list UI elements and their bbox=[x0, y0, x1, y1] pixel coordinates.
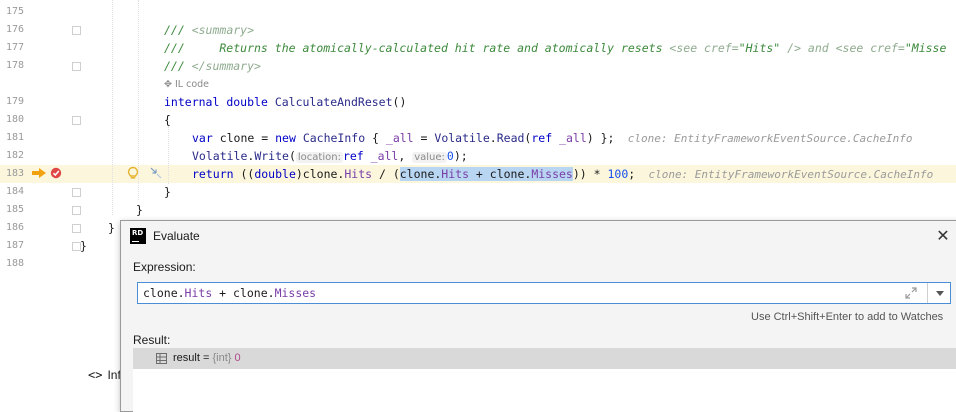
il-code-icon: ✥ bbox=[164, 79, 175, 90]
quick-fix-bulb-icon[interactable] bbox=[126, 166, 140, 180]
selected-expression: clone.Hits + clone.Misses bbox=[399, 167, 573, 181]
code-line[interactable]: 180 { bbox=[0, 111, 956, 129]
result-tree[interactable]: result = {int} 0 bbox=[133, 348, 956, 412]
fold-marker[interactable] bbox=[72, 26, 81, 35]
close-button[interactable]: ✕ bbox=[933, 226, 953, 246]
code-text: } bbox=[136, 203, 143, 217]
fold-marker[interactable] bbox=[72, 62, 81, 71]
code-text: /// <summary> bbox=[164, 23, 255, 37]
current-execution-line[interactable]: 183 return ((double)clone.Hits / (clone.… bbox=[0, 165, 956, 183]
fold-marker[interactable] bbox=[72, 188, 81, 197]
code-text: } bbox=[164, 185, 171, 199]
code-line[interactable]: 175 bbox=[0, 3, 956, 21]
code-text: internal double CalculateAndReset() bbox=[164, 95, 407, 109]
line-number: 177 bbox=[5, 42, 24, 53]
structure-tab[interactable]: <> Inf bbox=[88, 368, 121, 382]
line-number: 179 bbox=[5, 96, 24, 107]
evaluate-dialog[interactable]: RD Evaluate ✕ Expression: clone.Hits + c… bbox=[120, 220, 956, 412]
line-number: 176 bbox=[5, 24, 24, 35]
indent-guide bbox=[112, 0, 114, 215]
code-text: /// </summary> bbox=[164, 59, 261, 73]
watches-hint: Use Ctrl+Shift+Enter to add to Watches bbox=[751, 311, 944, 323]
history-dropdown-icon[interactable] bbox=[933, 286, 947, 300]
line-number: 181 bbox=[5, 132, 24, 143]
expression-input[interactable]: clone.Hits + clone.Misses bbox=[137, 282, 951, 304]
code-line[interactable]: 176 /// <summary> bbox=[0, 21, 956, 39]
line-number: 185 bbox=[5, 204, 24, 215]
field-value-icon bbox=[156, 353, 167, 364]
expression-text[interactable]: clone.Hits + clone.Misses bbox=[143, 285, 316, 301]
code-line[interactable]: 184 } bbox=[0, 183, 956, 201]
fold-marker[interactable] bbox=[72, 224, 81, 233]
line-number: 178 bbox=[5, 60, 24, 71]
expand-icon[interactable] bbox=[904, 286, 918, 300]
line-number: 188 bbox=[5, 258, 24, 269]
code-text: } bbox=[80, 239, 87, 253]
code-line[interactable]: 178 /// </summary> bbox=[0, 57, 956, 75]
code-line[interactable]: 179 internal double CalculateAndReset() bbox=[0, 93, 956, 111]
il-code-lens[interactable]: ✥ IL code bbox=[164, 78, 209, 92]
code-text: var clone = new CacheInfo { _all = Volat… bbox=[192, 131, 913, 145]
result-row[interactable]: result = {int} 0 bbox=[133, 349, 956, 369]
line-number: 182 bbox=[5, 150, 24, 161]
line-number: 175 bbox=[5, 6, 24, 17]
code-line[interactable]: 181 var clone = new CacheInfo { _all = V… bbox=[0, 129, 956, 147]
code-line[interactable]: 185 } bbox=[0, 201, 956, 219]
breakpoint-icon[interactable] bbox=[50, 167, 62, 179]
dropdown-separator bbox=[927, 283, 928, 303]
inlay-value-hint: clone: EntityFrameworkEventSource.CacheI… bbox=[614, 132, 913, 145]
code-line[interactable]: 177 /// Returns the atomically-calculate… bbox=[0, 39, 956, 57]
code-text: /// Returns the atomically-calculated hi… bbox=[164, 41, 947, 55]
fold-marker[interactable] bbox=[72, 116, 81, 125]
line-number: 180 bbox=[5, 114, 24, 125]
line-number: 183 bbox=[5, 168, 24, 179]
parameter-hint: value: bbox=[412, 152, 447, 163]
dialog-title-bar[interactable]: RD Evaluate ✕ bbox=[121, 221, 956, 251]
execution-pointer-icon bbox=[32, 168, 46, 178]
parameter-hint: location: bbox=[295, 152, 343, 163]
code-text: Volatile.Write(location: ref _all, value:… bbox=[192, 149, 468, 163]
code-text: } bbox=[108, 221, 115, 235]
dialog-title: Evaluate bbox=[153, 229, 200, 243]
line-number: 184 bbox=[5, 186, 24, 197]
code-structure-icon: <> bbox=[88, 368, 103, 382]
rider-logo-icon: RD bbox=[130, 228, 146, 244]
result-value: result = {int} 0 bbox=[173, 352, 241, 364]
inlay-value-hint: clone: EntityFrameworkEventSource.CacheI… bbox=[635, 168, 934, 181]
code-text: return ((double)clone.Hits / (clone.Hits… bbox=[192, 167, 934, 181]
refactor-hint-icon[interactable] bbox=[150, 167, 162, 179]
expression-label: Expression: bbox=[133, 260, 196, 274]
code-line[interactable]: 182 Volatile.Write(location: ref _all, va… bbox=[0, 147, 956, 165]
line-number: 186 bbox=[5, 222, 24, 233]
fold-marker[interactable] bbox=[72, 242, 81, 251]
line-number: 187 bbox=[5, 240, 24, 251]
indent-guide bbox=[168, 126, 170, 184]
result-label: Result: bbox=[133, 333, 171, 347]
fold-marker[interactable] bbox=[72, 206, 81, 215]
